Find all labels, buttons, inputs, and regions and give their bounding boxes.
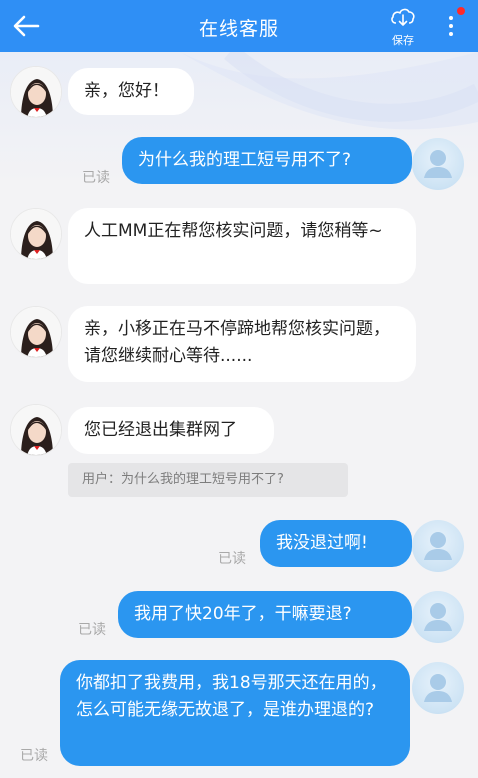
read-status: 已读 — [218, 551, 246, 567]
top-bar: 在线客服 保存 — [0, 0, 478, 52]
agent-avatar-image — [11, 209, 61, 259]
user-avatar-image — [424, 150, 452, 178]
user-avatar[interactable] — [412, 520, 464, 572]
user-avatar-image — [424, 674, 452, 702]
agent-avatar-image — [11, 67, 61, 117]
agent-avatar[interactable] — [10, 404, 62, 456]
read-status: 已读 — [78, 622, 106, 638]
agent-avatar[interactable] — [10, 208, 62, 260]
message-bubble[interactable]: 你都扣了我费用，我18号那天还在用的，怎么可能无缘无故退了，是谁办理退的? — [60, 660, 410, 766]
more-menu-button[interactable] — [440, 12, 462, 40]
notification-dot — [457, 7, 465, 15]
agent-avatar-image — [11, 405, 61, 455]
agent-avatar[interactable] — [10, 66, 62, 118]
user-avatar[interactable] — [412, 591, 464, 643]
cloud-download-icon — [391, 8, 415, 26]
message-bubble[interactable]: 我用了快20年了，干嘛要退? — [118, 591, 412, 638]
save-button[interactable]: 保存 — [384, 6, 422, 50]
agent-avatar[interactable] — [10, 306, 62, 358]
user-avatar[interactable] — [412, 138, 464, 190]
read-status: 已读 — [82, 170, 110, 186]
message-bubble[interactable]: 亲，您好！ — [68, 68, 194, 115]
user-avatar-image — [424, 532, 452, 560]
save-label: 保存 — [392, 34, 414, 47]
message-bubble[interactable]: 为什么我的理工短号用不了? — [122, 137, 412, 184]
user-avatar[interactable] — [412, 662, 464, 714]
message-bubble[interactable]: 人工MM正在帮您核实问题，请您稍等~ — [68, 208, 416, 284]
agent-avatar-image — [11, 307, 61, 357]
message-bubble[interactable]: 亲，小移正在马不停蹄地帮您核实问题，请您继续耐心等待...... — [68, 306, 416, 382]
more-vertical-icon — [449, 16, 453, 36]
message-bubble[interactable]: 您已经退出集群网了 — [68, 407, 274, 454]
quoted-message: 用户：为什么我的理工短号用不了? — [68, 463, 348, 497]
message-bubble[interactable]: 我没退过啊! — [260, 520, 412, 567]
user-avatar-image — [424, 603, 452, 631]
read-status: 已读 — [20, 748, 48, 764]
